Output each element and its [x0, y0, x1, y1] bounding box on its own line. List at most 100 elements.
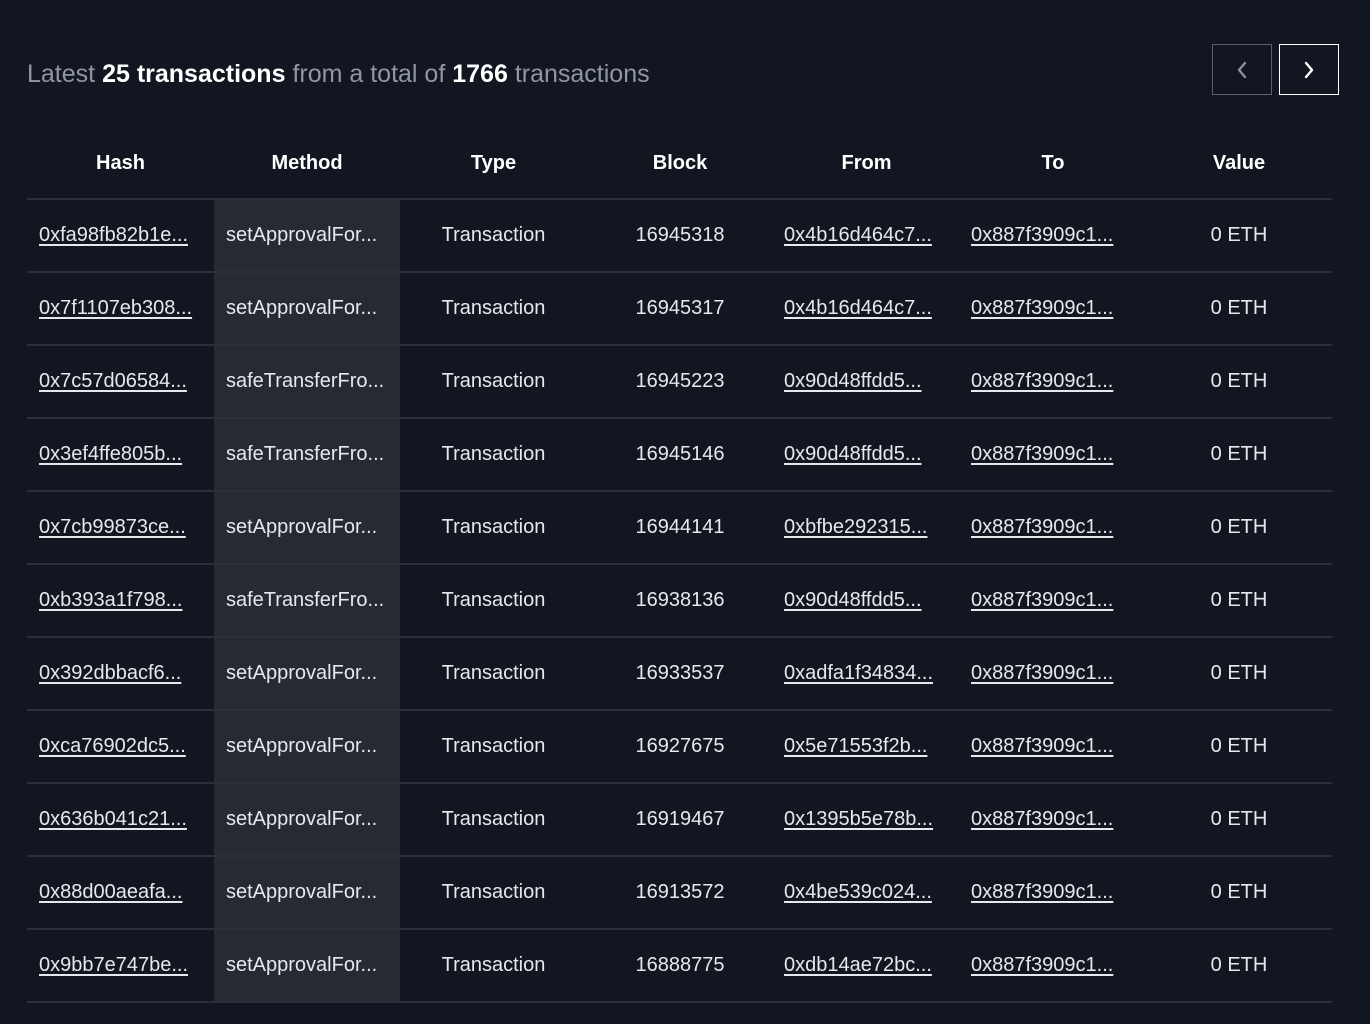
method-cell: setApprovalFor...: [214, 857, 400, 928]
type-cell: Transaction: [441, 224, 546, 246]
value-cell: 0 ETH: [1210, 954, 1268, 976]
table-row: 0x7cb99873ce... setApprovalFor... Transact…: [27, 492, 1332, 565]
from-address-link[interactable]: 0x1395b5e78b...: [784, 808, 933, 831]
method-cell: setApprovalFor...: [226, 516, 378, 538]
method-cell: setApprovalFor...: [214, 711, 400, 782]
hash-link[interactable]: 0xb393a1f798...: [39, 589, 182, 612]
type-cell: Transaction: [400, 638, 587, 709]
to-cell: 0x887f3909c1...: [960, 930, 1146, 1001]
method-cell: safeTransferFro...: [226, 589, 385, 611]
block-cell: 16938136: [635, 589, 725, 611]
block-cell: 16944141: [635, 516, 725, 538]
from-address-link[interactable]: 0xadfa1f34834...: [784, 662, 933, 685]
to-cell: 0x887f3909c1...: [960, 200, 1146, 271]
value-cell: 0 ETH: [1210, 443, 1268, 465]
value-cell: 0 ETH: [1210, 370, 1268, 392]
table-row: 0x636b041c21... setApprovalFor... Transact…: [27, 784, 1332, 857]
from-address-link[interactable]: 0x5e71553f2b...: [784, 735, 927, 758]
summary-total: 1766: [452, 60, 508, 88]
hash-cell: 0x9bb7e747be...: [27, 930, 214, 1001]
block-cell: 16919467: [635, 808, 725, 830]
hash-link[interactable]: 0x636b041c21...: [39, 808, 187, 831]
block-cell: 16888775: [587, 930, 773, 1001]
value-cell: 0 ETH: [1146, 273, 1332, 344]
method-cell: safeTransferFro...: [226, 370, 385, 392]
value-cell: 0 ETH: [1146, 200, 1332, 271]
from-address-link[interactable]: 0x4b16d464c7...: [784, 297, 932, 320]
column-header-to: To: [1041, 151, 1065, 174]
hash-link[interactable]: 0xca76902dc5...: [39, 735, 186, 758]
from-address-link[interactable]: 0x90d48ffdd5...: [784, 443, 922, 466]
from-address-link[interactable]: 0x4be539c024...: [784, 881, 932, 904]
to-address-link[interactable]: 0x887f3909c1...: [971, 224, 1113, 247]
to-address-link[interactable]: 0x887f3909c1...: [971, 881, 1113, 904]
block-cell: 16913572: [587, 857, 773, 928]
from-address-link[interactable]: 0x90d48ffdd5...: [784, 589, 922, 612]
value-cell: 0 ETH: [1146, 784, 1332, 855]
from-cell: 0xdb14ae72bc...: [773, 930, 960, 1001]
hash-cell: 0xfa98fb82b1e...: [27, 200, 214, 271]
method-cell: setApprovalFor...: [214, 492, 400, 563]
chevron-left-icon: [1237, 61, 1247, 78]
hash-cell: 0x7cb99873ce...: [27, 492, 214, 563]
to-address-link[interactable]: 0x887f3909c1...: [971, 954, 1113, 977]
hash-link[interactable]: 0x7f1107eb308...: [39, 297, 192, 320]
method-cell: setApprovalFor...: [214, 930, 400, 1001]
from-cell: 0x4be539c024...: [773, 857, 960, 928]
column-header-value: Value: [1212, 151, 1266, 174]
table-row: 0xca76902dc5... setApprovalFor... Transact…: [27, 711, 1332, 784]
to-address-link[interactable]: 0x887f3909c1...: [971, 297, 1113, 320]
next-page-button[interactable]: [1279, 44, 1339, 95]
hash-link[interactable]: 0x3ef4ffe805b...: [39, 443, 182, 466]
type-cell: Transaction: [400, 565, 587, 636]
from-address-link[interactable]: 0xdb14ae72bc...: [784, 954, 932, 977]
to-address-link[interactable]: 0x887f3909c1...: [971, 443, 1113, 466]
table-body: 0xfa98fb82b1e... setApprovalFor... Transac…: [27, 200, 1332, 1003]
block-cell: 16927675: [635, 735, 725, 757]
to-address-link[interactable]: 0x887f3909c1...: [971, 589, 1113, 612]
from-cell: 0x4b16d464c7...: [773, 200, 960, 271]
type-cell: Transaction: [441, 443, 546, 465]
transactions-table: Hash Method Type Block From To Value 0xf…: [27, 128, 1332, 1003]
to-address-link[interactable]: 0x887f3909c1...: [971, 808, 1113, 831]
block-cell: 16945146: [635, 443, 725, 465]
hash-link[interactable]: 0x7c57d06584...: [39, 370, 187, 393]
previous-page-button[interactable]: [1212, 44, 1272, 95]
to-address-link[interactable]: 0x887f3909c1...: [971, 735, 1113, 758]
type-cell: Transaction: [441, 954, 546, 976]
type-cell: Transaction: [400, 273, 587, 344]
block-cell: 16945146: [587, 419, 773, 490]
type-cell: Transaction: [441, 516, 546, 538]
value-cell: 0 ETH: [1210, 224, 1268, 246]
hash-link[interactable]: 0x7cb99873ce...: [39, 516, 186, 539]
hash-link[interactable]: 0x9bb7e747be...: [39, 954, 188, 977]
method-cell: setApprovalFor...: [226, 954, 378, 976]
hash-link[interactable]: 0xfa98fb82b1e...: [39, 224, 188, 247]
to-address-link[interactable]: 0x887f3909c1...: [971, 370, 1113, 393]
to-cell: 0x887f3909c1...: [960, 419, 1146, 490]
hash-cell: 0xb393a1f798...: [27, 565, 214, 636]
to-address-link[interactable]: 0x887f3909c1...: [971, 516, 1113, 539]
hash-cell: 0x636b041c21...: [27, 784, 214, 855]
value-cell: 0 ETH: [1210, 297, 1268, 319]
method-cell: safeTransferFro...: [214, 565, 400, 636]
type-cell: Transaction: [441, 370, 546, 392]
from-address-link[interactable]: 0x90d48ffdd5...: [784, 370, 922, 393]
value-cell: 0 ETH: [1146, 565, 1332, 636]
type-cell: Transaction: [441, 881, 546, 903]
from-address-link[interactable]: 0xbfbe292315...: [784, 516, 927, 539]
hash-link[interactable]: 0x392dbbacf6...: [39, 662, 181, 685]
hash-link[interactable]: 0x88d00aeafa...: [39, 881, 182, 904]
block-cell: 16888775: [635, 954, 725, 976]
summary-count: 25 transactions: [102, 60, 286, 88]
value-cell: 0 ETH: [1210, 735, 1268, 757]
method-cell: setApprovalFor...: [214, 200, 400, 271]
transactions-summary: Latest 25 transactions from a total of 1…: [27, 60, 650, 89]
to-cell: 0x887f3909c1...: [960, 638, 1146, 709]
table-row: 0x3ef4ffe805b... safeTransferFro... Transa…: [27, 419, 1332, 492]
to-cell: 0x887f3909c1...: [960, 273, 1146, 344]
from-address-link[interactable]: 0x4b16d464c7...: [784, 224, 932, 247]
to-address-link[interactable]: 0x887f3909c1...: [971, 662, 1113, 685]
pagination: [1212, 44, 1339, 95]
type-cell: Transaction: [400, 857, 587, 928]
